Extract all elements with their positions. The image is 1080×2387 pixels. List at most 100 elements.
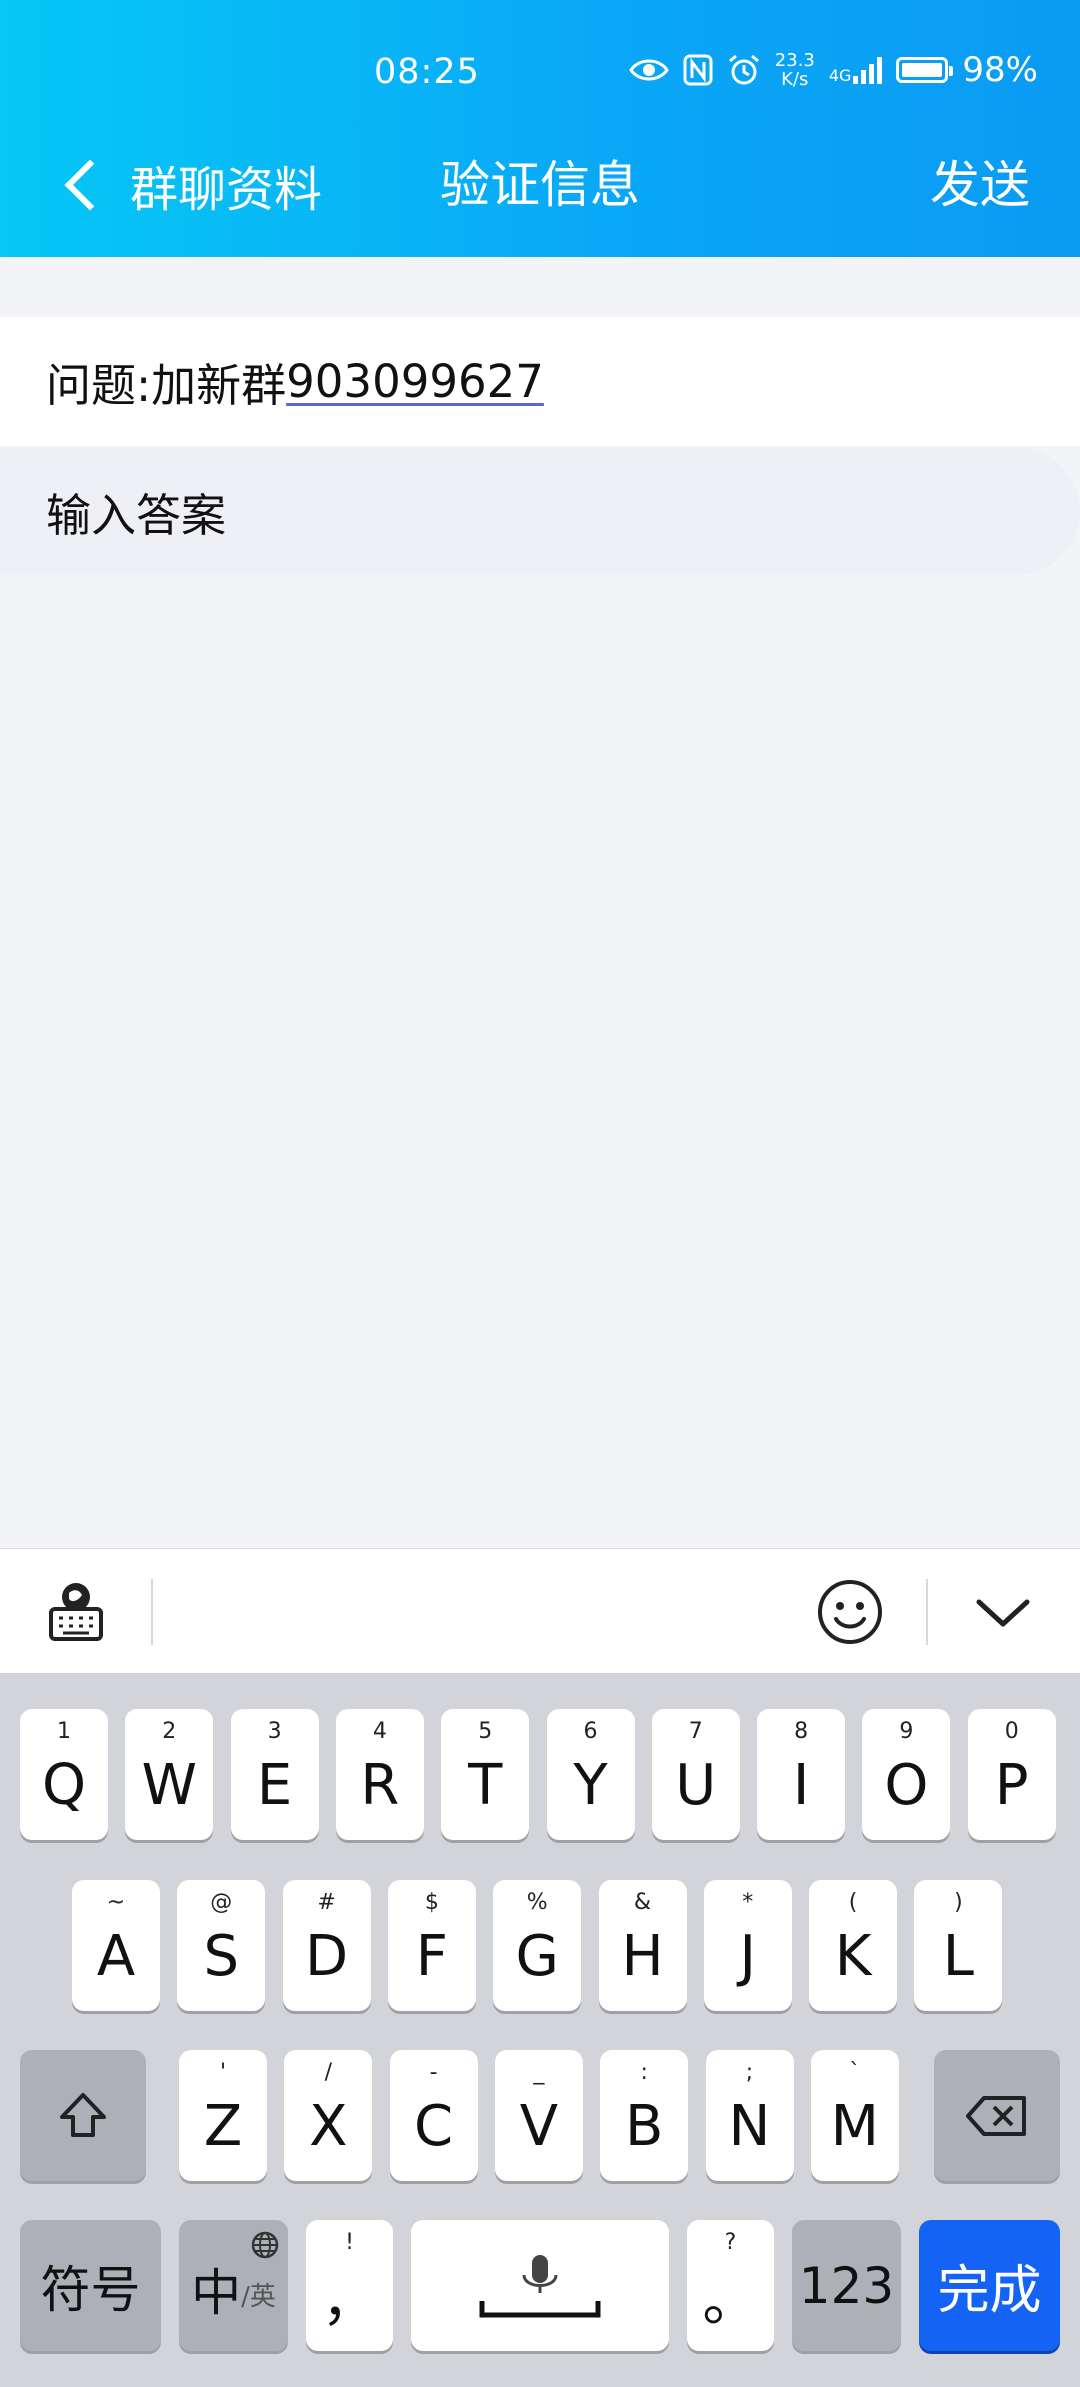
network-speed: 23.3 K/s xyxy=(775,51,815,89)
keyboard: 1Q2W3E4R5T6Y7U8I9O0P ~ A @ S # D $ F% G & H * J(K) L … xyxy=(0,1673,1080,2387)
key-label: S xyxy=(203,1924,240,1989)
key-hint: ` xyxy=(849,2060,861,2085)
key-label: C xyxy=(414,2094,454,2159)
key-label: M xyxy=(830,2094,879,2159)
key-hint: ( xyxy=(848,1890,858,1915)
numbers-key[interactable]: 123 xyxy=(792,2220,901,2351)
answer-input[interactable]: 输入答案 xyxy=(0,447,1080,575)
key-hint: 0 xyxy=(1004,1719,1019,1744)
emoji-icon[interactable] xyxy=(812,1574,888,1650)
key-p[interactable]: 0P xyxy=(967,1709,1056,1840)
key-h[interactable]: & H xyxy=(598,1880,687,2011)
shift-key[interactable] xyxy=(20,2050,146,2181)
keyboard-settings-icon[interactable] xyxy=(38,1574,114,1650)
key-label: P xyxy=(994,1753,1029,1818)
backspace-key[interactable] xyxy=(934,2050,1060,2181)
key-x[interactable]: / X xyxy=(284,2050,373,2181)
key-a[interactable]: ~ A xyxy=(72,1880,160,2011)
key-u[interactable]: 7U xyxy=(651,1709,740,1840)
key-label: N xyxy=(728,2094,771,2159)
key-hint: / xyxy=(324,2060,332,2085)
key-label: T xyxy=(468,1753,503,1818)
key-hint: * xyxy=(742,1890,754,1915)
key-s[interactable]: @ S xyxy=(177,1880,266,2011)
status-time: 08:25 xyxy=(374,52,480,92)
key-b[interactable]: :B xyxy=(600,2050,689,2181)
key-r[interactable]: 4R xyxy=(335,1709,424,1840)
key-o[interactable]: 9O xyxy=(862,1709,951,1840)
key-label: U xyxy=(675,1753,717,1818)
backspace-icon xyxy=(966,2095,1026,2136)
key-hint: % xyxy=(526,1890,548,1915)
key-m[interactable]: ` M xyxy=(810,2050,899,2181)
key-hint: 3 xyxy=(267,1719,282,1744)
question-row: 问题:加新群 903099627 xyxy=(0,317,1080,446)
battery-percent: 98% xyxy=(962,50,1038,90)
key-label: A xyxy=(96,1924,136,1989)
key-hint: - xyxy=(429,2060,438,2085)
language-switch-key[interactable]: 中/英 xyxy=(179,2220,288,2351)
key-v[interactable]: _ V xyxy=(494,2050,583,2181)
period-hint: ? xyxy=(724,2230,737,2255)
battery-icon xyxy=(896,57,954,83)
key-hint: # xyxy=(317,1890,336,1915)
key-label: Y xyxy=(573,1753,608,1818)
toolbar-divider xyxy=(151,1579,153,1645)
speed-value: 23.3 xyxy=(774,50,815,71)
globe-icon xyxy=(251,2231,279,2259)
key-l[interactable]: ) L xyxy=(914,1880,1003,2011)
microphone-icon xyxy=(479,2254,601,2317)
done-key[interactable]: 完成 xyxy=(919,2220,1060,2351)
key-e[interactable]: 3E xyxy=(230,1709,319,1840)
key-hint: ) xyxy=(954,1890,963,1915)
key-n[interactable]: ; N xyxy=(705,2050,794,2181)
key-hint: $ xyxy=(424,1890,439,1915)
signal-bars-icon xyxy=(853,56,883,84)
key-label: I xyxy=(792,1753,810,1818)
key-i[interactable]: 8I xyxy=(757,1709,846,1840)
lang-main: 中 xyxy=(191,2263,242,2322)
key-label: L xyxy=(942,1924,974,1989)
key-w[interactable]: 2W xyxy=(125,1709,214,1840)
key-label: G xyxy=(515,1924,559,1989)
chevron-down-icon[interactable] xyxy=(965,1574,1041,1650)
keyboard-toolbar xyxy=(0,1548,1080,1674)
app-header: 08:25 23.3 K/s 4G 98% 群聊资料 验证信息 发送 xyxy=(0,0,1080,257)
send-button[interactable]: 发送 xyxy=(930,150,1030,220)
period-key[interactable]: ? 。 xyxy=(687,2220,774,2351)
eye-icon xyxy=(628,57,669,83)
key-k[interactable]: (K xyxy=(809,1880,898,2011)
comma-key[interactable]: ! ， xyxy=(306,2220,393,2351)
key-label: V xyxy=(519,2094,559,2159)
space-key[interactable] xyxy=(411,2220,669,2351)
shift-icon xyxy=(60,2092,106,2137)
network-type: 4G xyxy=(828,66,852,85)
key-g[interactable]: % G xyxy=(493,1880,582,2011)
key-hint: : xyxy=(640,2060,648,2085)
status-icons: 23.3 K/s 4G 98% xyxy=(628,50,1038,90)
period-label: 。 xyxy=(702,2269,759,2334)
key-label: W xyxy=(141,1753,197,1818)
key-c[interactable]: -C xyxy=(389,2050,478,2181)
key-hint: 9 xyxy=(899,1719,914,1744)
key-hint: 8 xyxy=(794,1719,809,1744)
key-j[interactable]: * J xyxy=(703,1880,792,2011)
key-hint: 6 xyxy=(583,1719,598,1744)
key-t[interactable]: 5T xyxy=(441,1709,530,1840)
key-hint: ; xyxy=(745,2060,754,2085)
key-label: X xyxy=(309,2094,348,2159)
key-hint: ' xyxy=(219,2060,227,2085)
key-z[interactable]: ' Z xyxy=(179,2050,267,2181)
question-number-link[interactable]: 903099627 xyxy=(286,355,544,408)
key-label: O xyxy=(884,1753,929,1818)
symbols-key[interactable]: 符号 xyxy=(20,2220,161,2351)
key-f[interactable]: $ F xyxy=(387,1880,476,2011)
key-q[interactable]: 1Q xyxy=(20,1709,108,1840)
key-hint: 4 xyxy=(372,1719,387,1744)
key-label: J xyxy=(739,1924,757,1989)
page-title: 验证信息 xyxy=(440,156,640,214)
key-label: H xyxy=(621,1924,664,1989)
key-label: Q xyxy=(41,1753,87,1818)
key-y[interactable]: 6Y xyxy=(546,1709,635,1840)
key-d[interactable]: # D xyxy=(282,1880,371,2011)
